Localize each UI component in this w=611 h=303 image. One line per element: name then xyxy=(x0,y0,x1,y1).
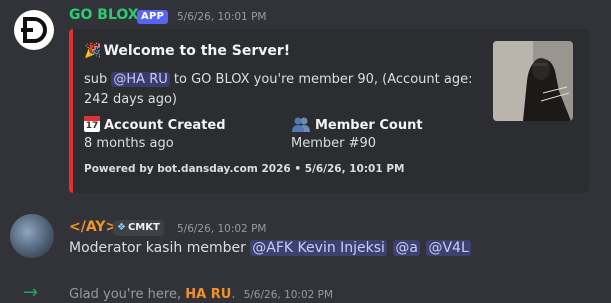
field-name-text: Member Count xyxy=(315,118,423,133)
joined-user-name[interactable]: HA RU xyxy=(185,287,231,302)
bot-avatar[interactable] xyxy=(14,10,54,50)
user-avatar[interactable] xyxy=(10,214,54,258)
user-mention[interactable]: @AFK Kevin Injeksi xyxy=(250,240,387,256)
message-author-name[interactable]: </AY> xyxy=(69,219,117,235)
message-timestamp[interactable]: 5/6/26, 10:02 PM xyxy=(244,289,333,301)
system-join-message: Glad you're here, HA RU. 5/6/26, 10:02 P… xyxy=(69,287,333,302)
field-account-created-label: 17 Account Created xyxy=(84,116,226,133)
field-member-count-label: Member Count xyxy=(291,116,423,133)
party-popper-icon: 🎉 xyxy=(84,43,102,59)
join-message-suffix: . xyxy=(231,287,236,302)
embed-description: sub @HA RU to GO BLOX you're member 90, … xyxy=(84,70,484,110)
field-member-count-value: Member #90 xyxy=(291,136,377,151)
embed-thumbnail[interactable] xyxy=(493,41,573,121)
message-timestamp[interactable]: 5/6/26, 10:01 PM xyxy=(177,11,266,23)
field-account-created-value: 8 months ago xyxy=(84,136,174,151)
leaf-icon: ❖ xyxy=(117,222,126,233)
field-name-text: Account Created xyxy=(104,118,226,133)
user-mention[interactable]: @HA RU xyxy=(111,72,170,87)
bot-logo-icon xyxy=(21,17,47,43)
embed-desc-prefix: sub xyxy=(84,72,108,87)
calendar-icon: 17 xyxy=(84,116,100,132)
user-mention[interactable]: @a xyxy=(393,240,420,256)
clan-tag-text: CMKT xyxy=(127,222,160,233)
embed-title: 🎉 Welcome to the Server! xyxy=(84,43,290,59)
join-arrow-icon: → xyxy=(23,282,39,303)
thumbnail-photo xyxy=(493,41,573,121)
message-timestamp[interactable]: 5/6/26, 10:02 PM xyxy=(177,223,266,235)
message-text: Moderator kasih member xyxy=(69,240,246,256)
user-mention[interactable]: @V4L xyxy=(426,240,471,256)
app-badge: APP xyxy=(137,10,168,24)
embed-footer: Powered by bot.dansday.com 2026 • 5/6/26… xyxy=(84,163,405,175)
join-message-text: Glad you're here, xyxy=(69,287,182,302)
clan-tag-badge[interactable]: ❖ CMKT xyxy=(113,220,164,236)
people-icon xyxy=(292,117,310,132)
message-content: Moderator kasih member @AFK Kevin Injeks… xyxy=(69,240,473,256)
embed-title-text: Welcome to the Server! xyxy=(103,43,291,59)
bot-author-name[interactable]: GO BLOX xyxy=(69,7,139,23)
